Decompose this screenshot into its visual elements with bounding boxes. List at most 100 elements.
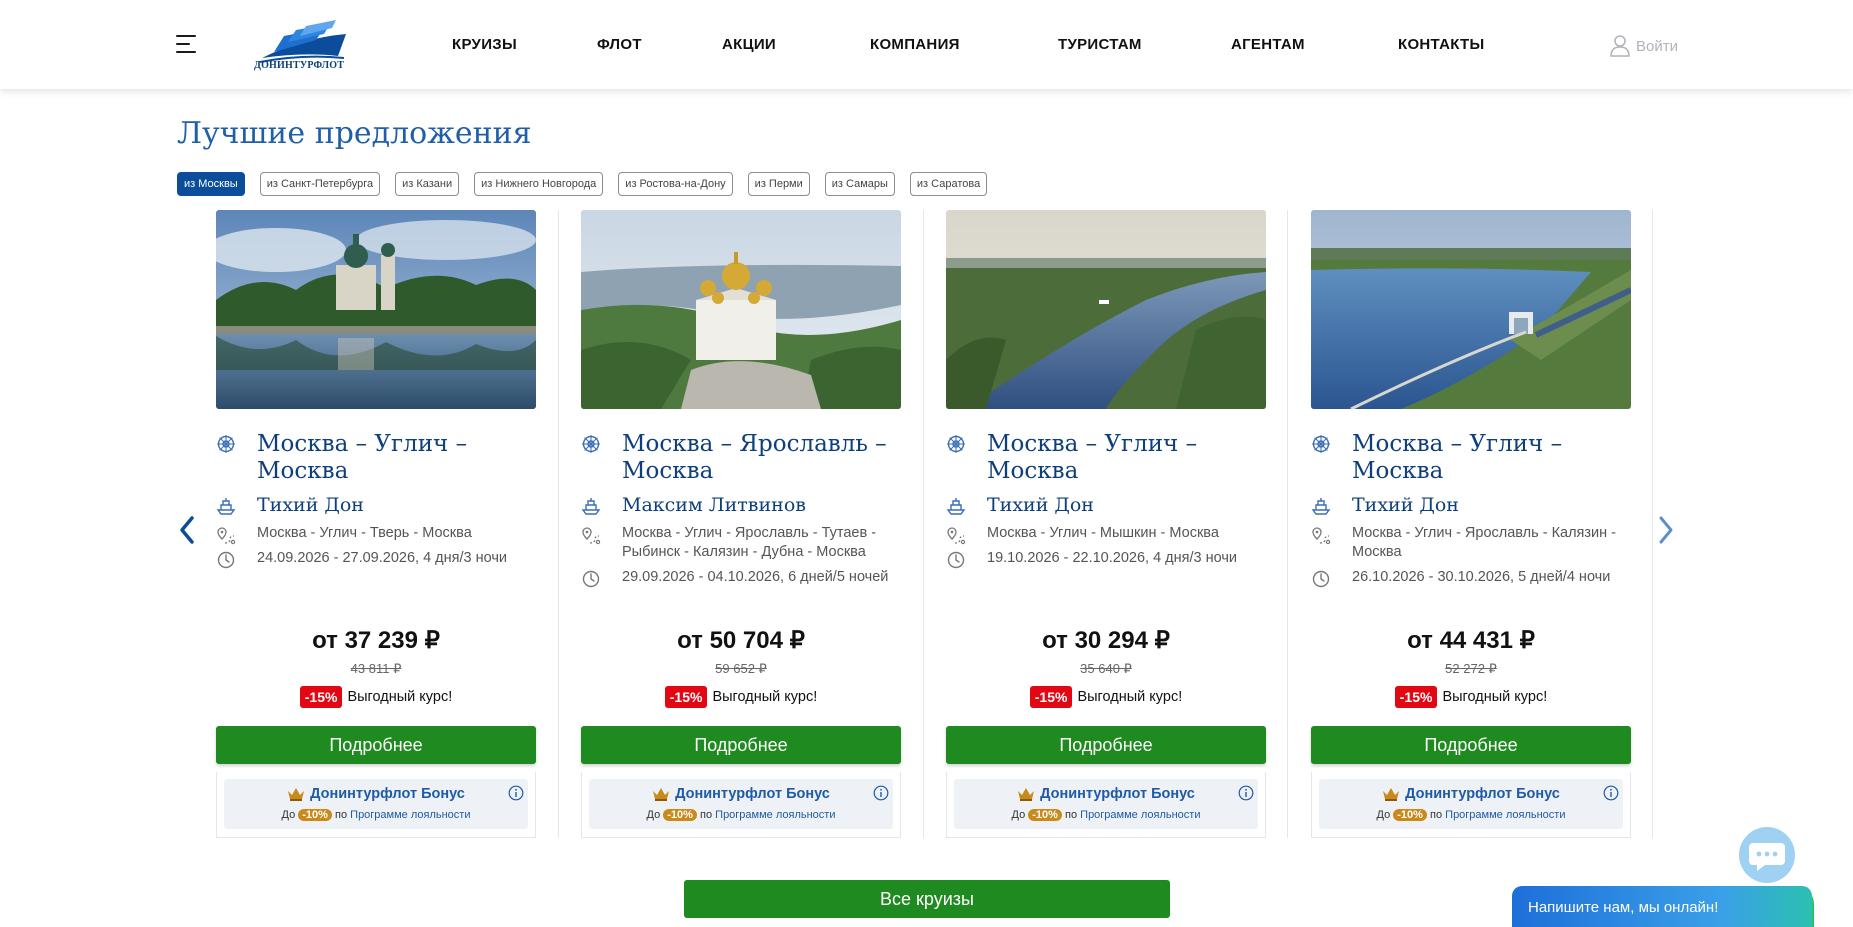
loyalty-program-link[interactable]: Программе лояльности — [350, 809, 470, 821]
old-price: 59 652 ₽ — [715, 661, 767, 676]
nav-contacts[interactable]: КОНТАКТЫ — [1398, 36, 1484, 53]
bonus-title-text: Донинтурфлот Бонус — [310, 786, 465, 802]
bonus-mid: по — [1065, 809, 1078, 821]
carousel-prev-arrow-icon[interactable] — [177, 514, 197, 546]
bonus-title-text: Донинтурфлот Бонус — [1040, 786, 1195, 802]
cruise-dates: 26.10.2026 - 30.10.2026, 5 дней/4 ночи — [1352, 569, 1611, 585]
cruise-photo[interactable] — [581, 210, 901, 409]
bonus-prefix: До — [1011, 809, 1026, 821]
site-header: ДОНИНТУРФЛОТ КРУИЗЫ ФЛОТ АКЦИИ КОМПАНИЯ … — [0, 0, 1853, 89]
cruise-card: Москва – Углич – Москва Тихий Дон Москва… — [1311, 210, 1631, 838]
cruise-stops: Москва - Углич - Ярославль - Тутаев - Ры… — [622, 525, 877, 560]
bonus-subtitle: До -10% по Программе лояльности — [589, 809, 893, 821]
old-price: 35 640 ₽ — [1080, 661, 1132, 676]
crown-icon — [288, 788, 305, 801]
cruise-photo[interactable] — [1311, 210, 1631, 409]
route-wheel-icon — [217, 435, 235, 453]
details-button[interactable]: Подробнее — [946, 726, 1266, 764]
loyalty-program-link[interactable]: Программе лояльности — [715, 809, 835, 821]
cruise-route-title[interactable]: Москва – Ярославль – Москва — [622, 431, 892, 485]
nav-company[interactable]: КОМПАНИЯ — [870, 36, 960, 53]
info-icon[interactable] — [508, 785, 524, 801]
discount-badge: -15% — [664, 686, 708, 708]
bonus-subtitle: До -10% по Программе лояльности — [1319, 809, 1623, 821]
tab-saint-petersburg[interactable]: из Санкт-Петербурга — [259, 172, 381, 196]
bonus-prefix: До — [646, 809, 661, 821]
all-cruises-button[interactable]: Все круизы — [684, 880, 1170, 918]
price: от 37 239 ₽ — [312, 627, 440, 654]
details-button[interactable]: Подробнее — [216, 726, 536, 764]
menu-icon[interactable] — [176, 34, 198, 54]
bonus-title-text: Донинтурфлот Бонус — [675, 786, 830, 802]
cruise-photo[interactable] — [946, 210, 1266, 409]
clock-icon — [1312, 570, 1330, 588]
route-wheel-icon — [582, 435, 600, 453]
chat-label: Напишите нам, мы онлайн! — [1528, 899, 1719, 916]
ship-icon — [1311, 498, 1331, 515]
old-price: 52 272 ₽ — [1445, 661, 1497, 676]
cruise-photo[interactable] — [216, 210, 536, 409]
cruise-dates: 19.10.2026 - 22.10.2026, 4 дня/3 ночи — [987, 550, 1238, 566]
bonus-block: Донинтурфлот Бонус До -10% по Программе … — [581, 772, 901, 838]
ship-icon — [946, 498, 966, 515]
crown-icon — [1018, 788, 1035, 801]
ship-name[interactable]: Максим Литвинов — [622, 494, 806, 516]
carousel-next-arrow-icon[interactable] — [1656, 514, 1676, 546]
cruise-route-title[interactable]: Москва – Углич – Москва — [257, 431, 527, 485]
bonus-prefix: До — [281, 809, 296, 821]
login-label: Войти — [1636, 37, 1678, 55]
nav-tourists[interactable]: ТУРИСТАМ — [1058, 36, 1142, 53]
discount-badge: -15% — [1394, 686, 1438, 708]
details-button[interactable]: Подробнее — [1311, 726, 1631, 764]
ship-icon — [216, 498, 236, 515]
price: от 50 704 ₽ — [677, 627, 805, 654]
crown-icon — [1383, 788, 1400, 801]
cruise-stops: Москва - Углич - Мышкин - Москва — [987, 525, 1219, 541]
promo-text: Выгодный курс! — [1077, 689, 1183, 705]
chat-widget-bar[interactable]: Напишите нам, мы онлайн! — [1512, 886, 1812, 927]
tab-moscow[interactable]: из Москвы — [177, 172, 245, 196]
nav-promotions[interactable]: АКЦИИ — [722, 36, 776, 53]
bonus-mid: по — [335, 809, 348, 821]
bonus-prefix: До — [1376, 809, 1391, 821]
info-icon[interactable] — [1238, 785, 1254, 801]
price: от 30 294 ₽ — [1042, 627, 1170, 654]
cruise-card: Москва – Углич – Москва Тихий Дон Москва… — [216, 210, 536, 838]
cruise-dates: 24.09.2026 - 27.09.2026, 4 дня/3 ночи — [257, 550, 508, 566]
ship-name[interactable]: Тихий Дон — [1352, 494, 1459, 516]
nav-agents[interactable]: АГЕНТАМ — [1231, 36, 1305, 53]
nav-fleet[interactable]: ФЛОТ — [597, 36, 642, 53]
login-button[interactable]: Войти — [1610, 34, 1678, 58]
info-icon[interactable] — [873, 785, 889, 801]
cruise-route-title[interactable]: Москва – Углич – Москва — [987, 431, 1257, 485]
tab-nizhny-novgorod[interactable]: из Нижнего Новгорода — [474, 172, 604, 196]
details-button[interactable]: Подробнее — [581, 726, 901, 764]
cruise-dates: 29.09.2026 - 04.10.2026, 6 дней/5 ночей — [622, 569, 889, 585]
loyalty-program-link[interactable]: Программе лояльности — [1080, 809, 1200, 821]
city-tabs: из Москвы из Санкт-Петербурга из Казани … — [177, 172, 988, 196]
tab-samara[interactable]: из Самары — [824, 172, 895, 196]
chat-bubble-icon[interactable] — [1739, 827, 1795, 883]
cruise-stops: Москва - Углич - Тверь - Москва — [257, 525, 472, 541]
route-wheel-icon — [947, 435, 965, 453]
promo-row: -15% Выгодный курс! — [216, 686, 536, 708]
tab-kazan[interactable]: из Казани — [395, 172, 460, 196]
cruise-route-title[interactable]: Москва – Углич – Москва — [1352, 431, 1622, 485]
ship-icon — [581, 498, 601, 515]
info-icon[interactable] — [1603, 785, 1619, 801]
price: от 44 431 ₽ — [1407, 627, 1535, 654]
tab-saratov[interactable]: из Саратова — [909, 172, 988, 196]
bonus-block: Донинтурфлот Бонус До -10% по Программе … — [946, 772, 1266, 838]
promo-text: Выгодный курс! — [712, 689, 818, 705]
discount-badge: -15% — [299, 686, 343, 708]
tab-perm[interactable]: из Перми — [747, 172, 810, 196]
crown-icon — [653, 788, 670, 801]
ship-name[interactable]: Тихий Дон — [257, 494, 364, 516]
tab-rostov-on-don[interactable]: из Ростова-на-Дону — [618, 172, 733, 196]
nav-cruises[interactable]: КРУИЗЫ — [452, 36, 517, 53]
clock-icon — [217, 551, 235, 569]
bonus-percent: -10% — [663, 809, 697, 821]
loyalty-program-link[interactable]: Программе лояльности — [1445, 809, 1565, 821]
bonus-title: Донинтурфлот Бонус — [589, 786, 893, 802]
ship-name[interactable]: Тихий Дон — [987, 494, 1094, 516]
